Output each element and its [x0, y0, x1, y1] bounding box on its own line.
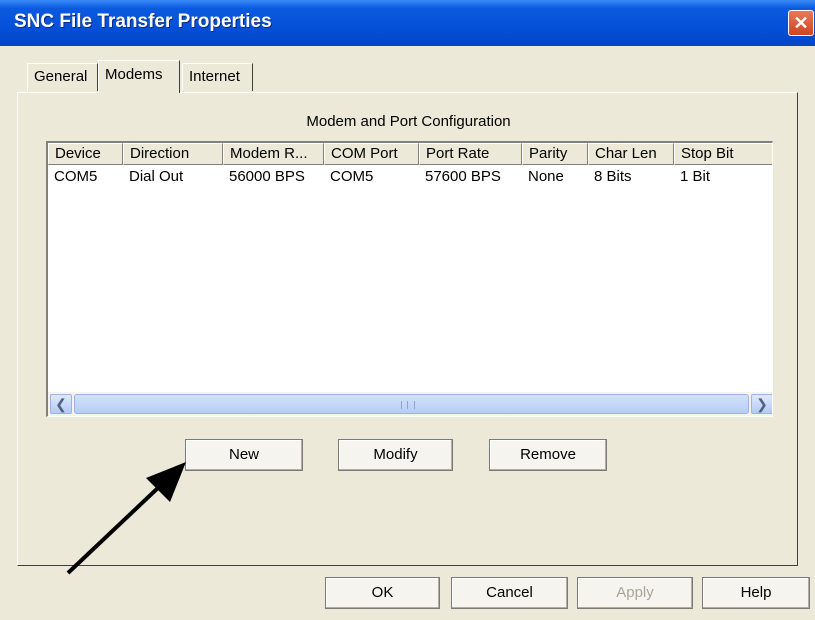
- cell-modem-rate: 56000 BPS: [229, 168, 305, 185]
- tab-modems[interactable]: Modems: [98, 60, 180, 93]
- column-header-device[interactable]: Device: [48, 143, 123, 165]
- title-bar[interactable]: SNC File Transfer Properties ✕: [0, 0, 815, 46]
- help-button[interactable]: Help: [702, 577, 810, 609]
- chevron-left-icon: ❮: [55, 396, 67, 412]
- list-header: Device Direction Modem R... COM Port Por…: [48, 143, 772, 165]
- tab-internet[interactable]: Internet: [182, 63, 253, 91]
- column-header-char-len[interactable]: Char Len: [588, 143, 674, 165]
- cell-device: COM5: [54, 168, 98, 185]
- cell-parity: None: [528, 168, 564, 185]
- column-header-parity[interactable]: Parity: [522, 143, 588, 165]
- column-header-com-port[interactable]: COM Port: [324, 143, 419, 165]
- scroll-right-button[interactable]: ❯: [751, 394, 772, 414]
- modems-tab-panel: Modem and Port Configuration Device Dire…: [17, 92, 798, 566]
- section-label: Modem and Port Configuration: [306, 113, 511, 130]
- column-header-direction[interactable]: Direction: [123, 143, 223, 165]
- scroll-thumb[interactable]: [74, 394, 749, 414]
- cell-stop-bit: 1 Bit: [680, 168, 711, 185]
- column-header-modem-rate[interactable]: Modem R...: [223, 143, 324, 165]
- close-icon: ✕: [793, 13, 809, 33]
- remove-button[interactable]: Remove: [489, 439, 607, 471]
- horizontal-scrollbar[interactable]: ❮ ❯: [48, 392, 772, 416]
- tab-general-label: General: [34, 68, 88, 85]
- grip-icon: [401, 401, 415, 409]
- new-button[interactable]: New: [185, 439, 303, 471]
- ok-button[interactable]: OK: [325, 577, 440, 609]
- column-header-port-rate[interactable]: Port Rate: [419, 143, 522, 165]
- apply-button[interactable]: Apply: [577, 577, 693, 609]
- modify-button[interactable]: Modify: [338, 439, 453, 471]
- close-button[interactable]: ✕: [788, 10, 814, 36]
- cancel-button[interactable]: Cancel: [451, 577, 568, 609]
- scroll-left-button[interactable]: ❮: [50, 394, 72, 414]
- cell-port-rate: 57600 BPS: [425, 168, 501, 185]
- chevron-right-icon: ❯: [756, 396, 768, 412]
- tab-general[interactable]: General: [27, 63, 98, 91]
- cell-char-len: 8 Bits: [594, 168, 632, 185]
- window-title: SNC File Transfer Properties: [14, 11, 272, 32]
- column-header-stop-bit[interactable]: Stop Bit: [674, 143, 772, 165]
- cell-com-port: COM5: [330, 168, 374, 185]
- tab-internet-label: Internet: [189, 68, 240, 85]
- tab-modems-label: Modems: [105, 66, 163, 83]
- properties-dialog: SNC File Transfer Properties ✕ General M…: [0, 0, 815, 620]
- modem-list[interactable]: Device Direction Modem R... COM Port Por…: [46, 141, 773, 417]
- cell-direction: Dial Out: [129, 168, 184, 185]
